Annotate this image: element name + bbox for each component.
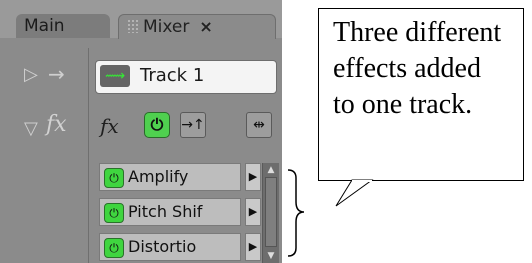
grouping-brace [287, 169, 305, 257]
annotation-overlay [287, 169, 374, 257]
callout-pointer [335, 179, 374, 207]
